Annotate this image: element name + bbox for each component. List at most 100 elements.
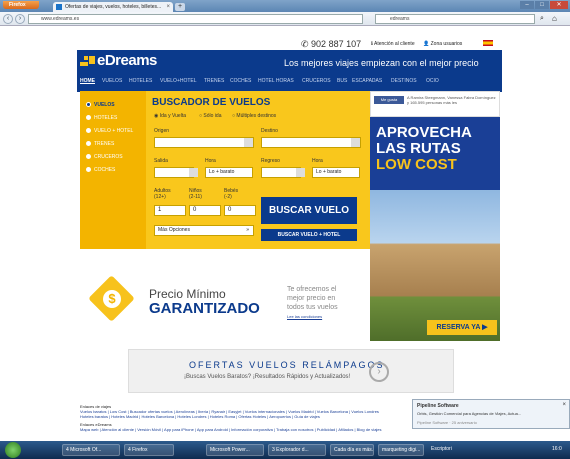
taskbar-item-marqueting[interactable]: marqueting digi... [378,444,424,456]
new-tab-button[interactable]: + [175,3,185,11]
radio-icon [86,141,91,147]
menu-hotel-horas[interactable]: HOTEL HORAS [258,78,294,84]
adults-select[interactable]: 1 [154,205,186,216]
radio-icon [86,102,91,108]
spain-flag-icon[interactable] [483,40,493,46]
menu-vuelo-hotel[interactable]: VUELO+HOTEL [160,78,197,84]
home-icon[interactable]: ⌂ [552,14,557,23]
taskbar-item-doc[interactable]: Cada día es más... [330,444,374,456]
depart-label: Salida [154,158,168,164]
depart-time-label: Hora [205,158,216,164]
return-time-label: Hora [312,158,323,164]
url-text: www.edreams.es [41,16,80,22]
clock: 16:0 [552,446,562,452]
side-item-coches[interactable]: COCHES [86,167,115,173]
notification-text: Orbis, Gestión Comercial para Agencias d… [417,411,522,416]
arrow-right-icon[interactable]: › [369,362,389,382]
search-flight-button[interactable]: BUSCAR VUELO [261,197,357,224]
radio-icon [86,154,91,160]
ofertas-title: OFERTAS VUELOS RELÁMPAGOS [189,360,385,370]
babies-select[interactable]: 0 [224,205,256,216]
menu-cruceros[interactable]: CRUCEROS [302,78,331,84]
menu-vuelos[interactable]: VUELOS [102,78,122,84]
menu-escapadas[interactable]: ESCAPADAS [352,78,382,84]
side-item-vuelo-hotel[interactable]: VUELO + HOTEL [86,128,133,134]
menu-destinos[interactable]: DESTINOS [391,78,417,84]
ofertas-ad[interactable]: OFERTAS VUELOS RELÁMPAGOS ¡Buscas Vuelos… [128,349,454,393]
logo[interactable]: eDreams [97,52,157,69]
return-date-input[interactable] [261,167,301,178]
fb-text: A Ramira Steegmann, Vanessa Fabra Domíng… [407,95,496,105]
reserva-button[interactable]: RESERVA YA ▶ [427,320,497,335]
search-flight-hotel-button[interactable]: BUSCAR VUELO + HOTEL [261,229,357,241]
children-select[interactable]: 0 [189,205,221,216]
dollar-icon: $ [103,290,121,308]
close-tab-icon[interactable]: × [166,2,170,12]
maximize-button[interactable]: □ [535,1,549,9]
facebook-like-box: Me gusta A Ramira Steegmann, Vanessa Fab… [370,91,500,117]
phone-number: ✆ 902 887 107 [301,39,362,49]
trip-type-oneway[interactable]: ○ Sólo ida [199,113,222,119]
price-title-1: Precio Mínimo [149,287,226,301]
taskbar-desktop[interactable]: Escriptori [428,444,468,456]
babies-label: Bebés (-2) [224,188,239,200]
taskbar-item-firefox[interactable]: 4 Firefox [124,444,174,456]
price-title-2: GARANTIZADO [149,300,260,317]
browser-search-input[interactable]: edreams [375,14,535,24]
return-time-select[interactable]: Lo + barato [312,167,360,178]
close-icon[interactable]: × [562,402,566,408]
side-item-trenes[interactable]: TRENES [86,141,114,147]
browser-tab[interactable]: Ofertas de viajes, vuelos, hoteles, bill… [53,2,173,12]
back-button[interactable]: ‹ [3,14,13,24]
tab-title: Ofertas de viajes, vuelos, hoteles, bill… [65,4,162,10]
side-item-hoteles[interactable]: HOTELES [86,115,117,121]
menu-coches[interactable]: COCHES [230,78,251,84]
origin-list-icon[interactable] [244,138,253,147]
side-item-vuelos[interactable]: VUELOS [86,102,115,108]
taskbar-item-powerpoint[interactable]: Microsoft Power... [206,444,264,456]
dest-list-icon[interactable] [351,138,360,147]
coliseum-image [370,190,500,341]
help-link[interactable]: ℹ Atención al cliente [371,41,415,47]
fb-like-button[interactable]: Me gusta [374,96,404,104]
more-options-toggle[interactable]: Más Opciones» [154,225,254,236]
radio-icon [86,115,91,121]
notification-sub: Pipeline Software · 25 aniversario [417,420,477,425]
url-bar[interactable]: www.edreams.es [28,14,363,24]
logo-dot-3 [80,62,88,66]
user-zone-link[interactable]: 👤 Zona usuarios [423,41,462,47]
depart-date-input[interactable] [154,167,194,178]
search-title: BUSCADOR DE VUELOS [152,97,271,108]
origin-label: Origen [154,128,170,134]
slogan: Los mejores viajes empiezan con el mejor… [284,58,479,68]
conditions-link[interactable]: Lee las condiciones [287,314,322,319]
calendar-icon[interactable] [189,168,198,177]
search-icon[interactable]: ⌕ [540,15,544,23]
taskbar-item-office[interactable]: 4 Microsoft Of... [62,444,120,456]
chevron-down-icon: » [246,227,249,233]
start-button[interactable] [5,442,21,458]
side-item-cruceros[interactable]: CRUCEROS [86,154,123,160]
taskbar-item-explorer[interactable]: 3 Explorador d... [268,444,326,456]
main-menu: HOME VUELOS HOTELES VUELO+HOTEL TRENES C… [80,78,500,88]
minimize-button[interactable]: – [520,1,534,9]
notification-popup[interactable]: Pipeline Software Orbis, Gestión Comerci… [412,399,570,429]
depart-time-select[interactable]: Lo + barato [205,167,253,178]
children-label: Niños (2-11) [189,188,202,200]
calendar-icon[interactable] [296,168,305,177]
menu-trenes[interactable]: TRENES [204,78,224,84]
firefox-menu-button[interactable]: Firefox [3,1,39,9]
radio-icon [86,128,91,134]
menu-bus[interactable]: BUS [337,78,347,84]
menu-home[interactable]: HOME [80,78,95,84]
menu-hoteles[interactable]: HOTELES [129,78,152,84]
notification-title: Pipeline Software [417,403,459,409]
trip-type-multi[interactable]: ○ Múltiples destinos [232,113,276,119]
menu-ocio[interactable]: OCIO [426,78,439,84]
dest-input[interactable] [261,137,361,148]
forward-button[interactable]: › [15,14,25,24]
radio-icon [86,167,91,173]
trip-type-roundtrip[interactable]: ◉ Ida y Vuelta [154,113,186,119]
origin-input[interactable] [154,137,254,148]
close-window-button[interactable]: ✕ [550,1,568,9]
